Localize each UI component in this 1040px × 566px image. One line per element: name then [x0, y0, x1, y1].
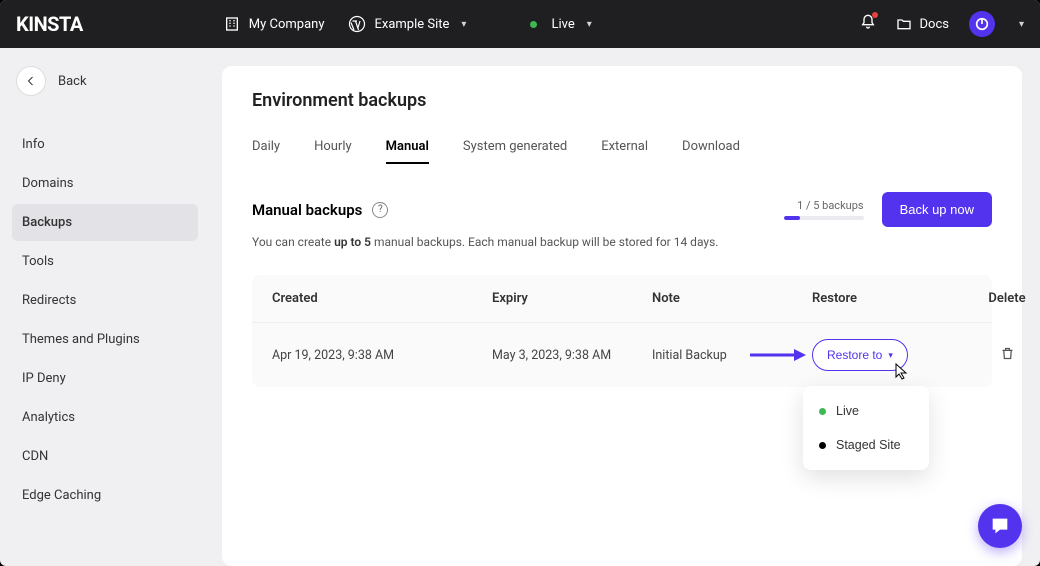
backup-quota: 1 / 5 backups	[784, 199, 864, 220]
env-switcher[interactable]: Live ▾	[530, 17, 591, 32]
site-name: Example Site	[374, 17, 449, 32]
logo: KINSTA	[16, 12, 83, 36]
sidebar-item-themes[interactable]: Themes and Plugins	[12, 321, 198, 358]
sidebar-item-backups[interactable]: Backups	[12, 204, 198, 241]
content-card: Environment backups Daily Hourly Manual …	[222, 66, 1022, 566]
sidebar-item-redirects[interactable]: Redirects	[12, 282, 198, 319]
tab-manual[interactable]: Manual	[386, 133, 429, 160]
docs-link[interactable]: Docs	[896, 16, 949, 32]
dropdown-item-staged[interactable]: Staged Site	[803, 428, 929, 462]
notification-badge	[872, 12, 878, 18]
progress-label: 1 / 5 backups	[797, 199, 864, 212]
back-row: Back	[16, 66, 198, 96]
col-expiry: Expiry	[492, 291, 652, 306]
building-icon	[223, 15, 241, 33]
col-restore: Restore	[812, 291, 972, 306]
chevron-down-icon: ▾	[461, 19, 466, 30]
page-title: Environment backups	[252, 90, 992, 111]
chevron-down-icon[interactable]: ▾	[1019, 19, 1024, 30]
sidebar-item-ipdeny[interactable]: IP Deny	[12, 360, 198, 397]
col-created: Created	[272, 291, 492, 306]
status-dot-icon	[819, 442, 826, 449]
sidebar: Back Info Domains Backups Tools Redirect…	[0, 48, 210, 566]
sidebar-item-domains[interactable]: Domains	[12, 165, 198, 202]
progress-bar	[784, 216, 864, 220]
chevron-down-icon: ▾	[888, 350, 893, 361]
back-label: Back	[58, 74, 87, 89]
restore-to-button[interactable]: Restore to ▾ Live	[812, 339, 908, 371]
env-label: Live	[551, 17, 574, 32]
dropdown-item-live[interactable]: Live	[803, 394, 929, 428]
sidebar-item-cdn[interactable]: CDN	[12, 438, 198, 475]
section-description: You can create up to 5 manual backups. E…	[252, 235, 992, 249]
restore-dropdown: Live Staged Site	[803, 386, 929, 470]
company-name: My Company	[249, 17, 325, 32]
status-dot-icon	[819, 408, 826, 415]
col-delete: Delete	[972, 291, 1040, 306]
chat-icon	[989, 515, 1011, 537]
annotation-arrow-icon	[750, 348, 806, 362]
tab-system[interactable]: System generated	[463, 133, 567, 160]
tabs: Daily Hourly Manual System generated Ext…	[252, 133, 992, 160]
arrow-left-icon	[25, 75, 37, 87]
chat-fab[interactable]	[978, 504, 1022, 548]
backups-table: Created Expiry Note Restore Delete Apr 1…	[252, 275, 992, 387]
sidebar-item-info[interactable]: Info	[12, 126, 198, 163]
backup-now-button[interactable]: Back up now	[882, 192, 992, 227]
notifications-button[interactable]	[860, 14, 876, 34]
back-button[interactable]	[16, 66, 46, 96]
help-icon[interactable]: ?	[372, 202, 388, 218]
tab-daily[interactable]: Daily	[252, 133, 280, 160]
status-dot-icon	[530, 21, 537, 28]
tab-download[interactable]: Download	[682, 133, 740, 160]
col-note: Note	[652, 291, 812, 306]
sidebar-item-edgecaching[interactable]: Edge Caching	[12, 477, 198, 514]
site-switcher[interactable]: Example Site ▾	[348, 15, 466, 33]
table-row: Apr 19, 2023, 9:38 AM May 3, 2023, 9:38 …	[252, 322, 992, 387]
user-avatar[interactable]	[969, 11, 995, 37]
sidebar-item-tools[interactable]: Tools	[12, 243, 198, 280]
table-header: Created Expiry Note Restore Delete	[252, 275, 992, 322]
power-icon	[974, 16, 990, 32]
topbar: KINSTA My Company Example Site ▾ Live ▾	[0, 0, 1040, 48]
delete-button[interactable]	[1000, 350, 1015, 365]
tab-external[interactable]: External	[601, 133, 648, 160]
cell-expiry: May 3, 2023, 9:38 AM	[492, 348, 652, 363]
chevron-down-icon: ▾	[587, 19, 592, 30]
folder-icon	[896, 16, 912, 32]
tab-hourly[interactable]: Hourly	[314, 133, 352, 160]
section-title: Manual backups	[252, 201, 362, 219]
cell-created: Apr 19, 2023, 9:38 AM	[272, 348, 492, 363]
sidebar-item-analytics[interactable]: Analytics	[12, 399, 198, 436]
company-switcher[interactable]: My Company	[223, 15, 325, 33]
trash-icon	[1000, 346, 1015, 361]
docs-label: Docs	[920, 17, 949, 32]
wordpress-icon	[348, 15, 366, 33]
